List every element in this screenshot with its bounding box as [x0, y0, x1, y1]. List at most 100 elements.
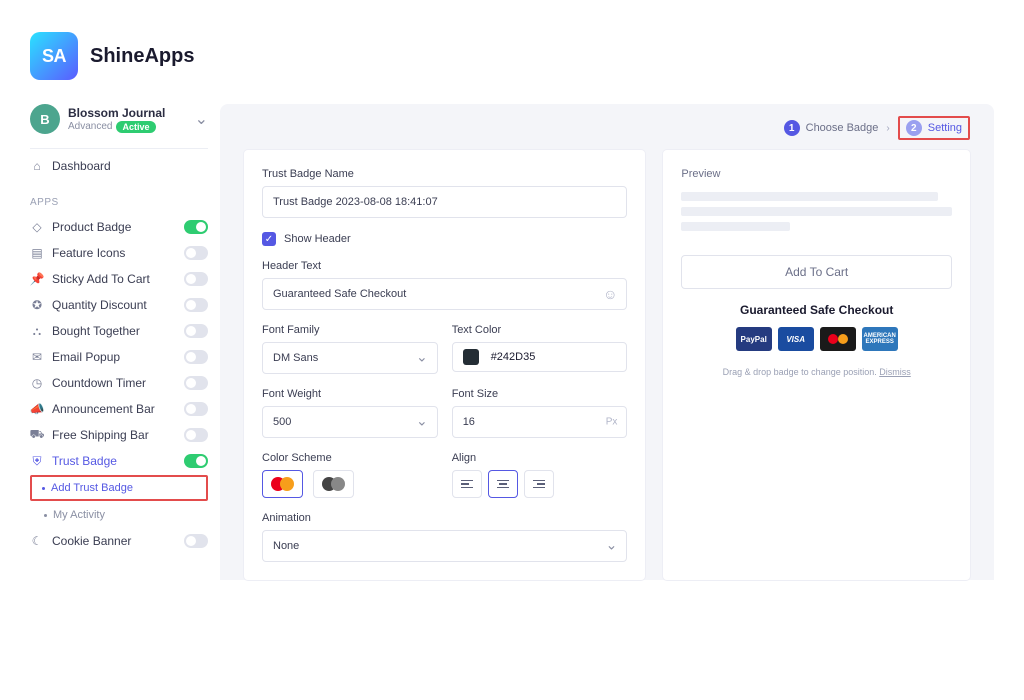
circle-icon [331, 477, 345, 491]
announcement-icon: 📣 [30, 402, 44, 416]
account-plan: Advanced [68, 121, 112, 132]
toggle-switch[interactable] [184, 246, 208, 260]
skeleton-line [681, 222, 789, 231]
input-badge-name[interactable] [262, 186, 627, 218]
status-badge: Active [116, 121, 155, 133]
sidebar-item-label: Announcement Bar [52, 402, 155, 416]
sidebar-item-label: Sticky Add To Cart [52, 272, 150, 286]
dismiss-link[interactable]: Dismiss [879, 367, 911, 377]
sidebar-item-free-shipping[interactable]: ⛟ Free Shipping Bar [30, 422, 208, 448]
add-to-cart-button[interactable]: Add To Cart [681, 255, 952, 289]
free-shipping-icon: ⛟ [30, 428, 44, 442]
sidebar-item-label: Free Shipping Bar [52, 428, 149, 442]
bullet-icon [42, 487, 45, 490]
sidebar-item-trust-badge[interactable]: ⛨Trust Badge [30, 448, 208, 474]
step-number-icon: 2 [906, 120, 922, 136]
sidebar-item-sticky-cart[interactable]: 📌 Sticky Add To Cart [30, 266, 208, 292]
email-popup-icon: ✉ [30, 350, 44, 364]
preview-badges[interactable]: PayPal VISA AMERICAN EXPRESS [681, 327, 952, 351]
label-header-text: Header Text [262, 260, 627, 272]
select-animation[interactable] [262, 530, 627, 562]
label-animation: Animation [262, 512, 627, 524]
preview-header-text: Guaranteed Safe Checkout [681, 303, 952, 317]
input-header-text[interactable] [262, 278, 627, 310]
nav-label: Dashboard [52, 159, 111, 173]
feature-icons-icon: ▤ [30, 246, 44, 260]
preview-title: Preview [681, 168, 952, 180]
input-text-color[interactable]: #242D35 [452, 342, 628, 372]
label-font-size: Font Size [452, 388, 628, 400]
section-label-apps: APPS [30, 183, 208, 214]
sidebar-item-bought-together[interactable]: ⛬ Bought Together [30, 318, 208, 344]
amex-badge: AMERICAN EXPRESS [862, 327, 898, 351]
sub-item-label: Add Trust Badge [51, 482, 133, 494]
mastercard-badge [820, 327, 856, 351]
sidebar-item-feature-icons[interactable]: ▤Feature Icons [30, 240, 208, 266]
sub-item-add-trust-badge[interactable]: Add Trust Badge [30, 475, 208, 501]
toggle-switch[interactable] [184, 402, 208, 416]
sidebar-item-label: Cookie Banner [52, 534, 131, 548]
toggle-switch[interactable] [184, 350, 208, 364]
sidebar-item-label: Product Badge [52, 220, 131, 234]
align-left-button[interactable] [452, 470, 482, 498]
skeleton-line [681, 207, 952, 216]
color-scheme-option-color[interactable] [262, 470, 303, 498]
toggle-switch[interactable] [184, 428, 208, 442]
toggle-switch[interactable] [184, 376, 208, 390]
countdown-icon: ◷ [30, 376, 44, 390]
brand-logo: SA [30, 32, 78, 80]
visa-badge: VISA [778, 327, 814, 351]
label-font-weight: Font Weight [262, 388, 438, 400]
align-right-button[interactable] [524, 470, 554, 498]
toggle-switch[interactable] [184, 220, 208, 234]
step-setting[interactable]: 2 Setting [906, 120, 962, 136]
select-font-weight[interactable] [262, 406, 438, 438]
avatar: B [30, 104, 60, 134]
toggle-switch[interactable] [184, 534, 208, 548]
stepper: 1 Choose Badge › 2 Setting [244, 116, 970, 150]
color-swatch [463, 349, 479, 365]
app-header: SA ShineApps [0, 0, 1024, 104]
bought-together-icon: ⛬ [30, 324, 44, 338]
step-label: Choose Badge [806, 122, 879, 134]
color-scheme-option-mono[interactable] [313, 470, 354, 498]
preview-hint: Drag & drop badge to change position. Di… [681, 367, 952, 377]
sidebar-item-email-popup[interactable]: ✉ Email Popup [30, 344, 208, 370]
align-center-button[interactable] [488, 470, 518, 498]
toggle-switch[interactable] [184, 272, 208, 286]
step-number-icon: 1 [784, 120, 800, 136]
color-value: #242D35 [491, 351, 536, 363]
checkbox-show-header[interactable]: ✓ Show Header [262, 232, 627, 246]
brand-name: ShineApps [90, 45, 194, 68]
sub-item-my-activity[interactable]: My Activity [30, 502, 208, 528]
label-align: Align [452, 452, 628, 464]
sidebar-item-label: Bought Together [52, 324, 140, 338]
main-content: 1 Choose Badge › 2 Setting Trust Badge N… [220, 104, 994, 580]
select-font-family[interactable] [262, 342, 438, 374]
cookie-banner-icon: ☾ [30, 534, 44, 548]
checkbox-checked-icon: ✓ [262, 232, 276, 246]
sidebar-item-product-badge[interactable]: ◇ Product Badge [30, 214, 208, 240]
toggle-switch[interactable] [184, 454, 208, 468]
checkbox-label: Show Header [284, 233, 351, 245]
sidebar-item-qty-discount[interactable]: ✪Quantity Discount [30, 292, 208, 318]
sidebar-item-cookie-banner[interactable]: ☾ Cookie Banner [30, 528, 208, 554]
sticky-cart-icon: 📌 [30, 272, 44, 286]
settings-form: Trust Badge Name ✓ Show Header Header Te… [244, 150, 645, 580]
sidebar-item-announcement[interactable]: 📣 Announcement Bar [30, 396, 208, 422]
sidebar-item-label: Email Popup [52, 350, 120, 364]
product-badge-icon: ◇ [30, 220, 44, 234]
nav-dashboard[interactable]: ⌂ Dashboard [30, 149, 208, 183]
account-switcher[interactable]: B Blossom Journal Advanced Active ⌄ [30, 104, 208, 149]
step-choose-badge[interactable]: 1 Choose Badge [784, 120, 879, 136]
account-name: Blossom Journal [68, 106, 187, 120]
toggle-switch[interactable] [184, 324, 208, 338]
paypal-badge: PayPal [736, 327, 772, 351]
sidebar-item-countdown[interactable]: ◷Countdown Timer [30, 370, 208, 396]
toggle-switch[interactable] [184, 298, 208, 312]
sidebar-item-label: Quantity Discount [52, 298, 147, 312]
trust-badge-icon: ⛨ [30, 454, 44, 468]
bullet-icon [44, 514, 47, 517]
input-font-size[interactable] [452, 406, 628, 438]
emoji-icon[interactable]: ☺ [603, 286, 617, 302]
